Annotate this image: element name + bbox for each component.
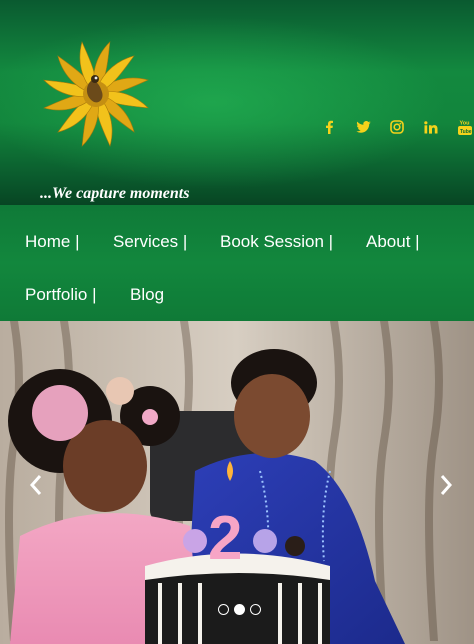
slider-next-button[interactable] (436, 471, 456, 499)
slider-indicators (218, 604, 261, 615)
slider-dot-3[interactable] (250, 604, 261, 615)
svg-text:2: 2 (208, 504, 242, 573)
nav-blog[interactable]: Blog (130, 285, 164, 305)
main-nav: Home | Services | Book Session | About |… (0, 205, 474, 321)
logo-icon[interactable] (40, 38, 152, 150)
nav-portfolio[interactable]: Portfolio | (25, 285, 97, 305)
nav-book-session[interactable]: Book Session | (220, 232, 333, 252)
youtube-icon[interactable]: You Tube (448, 118, 474, 136)
slider-dot-2[interactable] (234, 604, 245, 615)
chevron-right-icon (440, 475, 453, 495)
slider-dot-1[interactable] (218, 604, 229, 615)
social-links: You Tube (312, 118, 474, 136)
instagram-icon[interactable] (380, 118, 414, 136)
facebook-icon[interactable] (312, 118, 346, 136)
chevron-left-icon (29, 475, 42, 495)
hero-photo: 2 (0, 321, 474, 644)
hero-slider[interactable]: 2 (0, 321, 474, 644)
tagline: ...We capture moments (40, 185, 190, 202)
nav-services[interactable]: Services | (113, 232, 187, 252)
linkedin-icon[interactable] (414, 118, 448, 136)
svg-text:You: You (460, 121, 470, 127)
nav-home[interactable]: Home | (25, 232, 80, 252)
svg-text:Tube: Tube (460, 129, 472, 135)
twitter-icon[interactable] (346, 118, 380, 136)
slider-prev-button[interactable] (26, 471, 46, 499)
nav-about[interactable]: About | (366, 232, 420, 252)
site-header: You Tube ...We capture moments (0, 0, 474, 205)
